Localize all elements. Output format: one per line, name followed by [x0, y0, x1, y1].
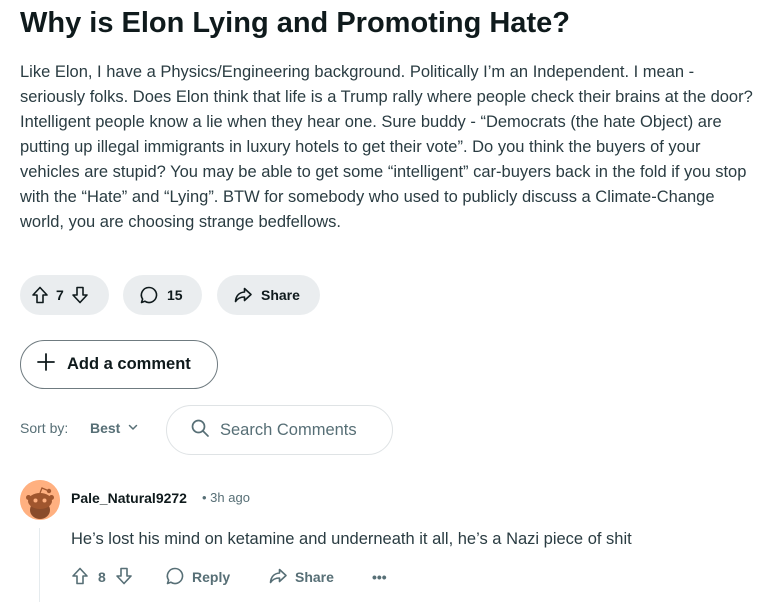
search-placeholder: Search Comments — [220, 420, 357, 439]
post-share-label: Share — [261, 287, 300, 303]
chevron-down-icon — [120, 420, 139, 436]
comment-timestamp: • 3h ago — [202, 490, 250, 505]
post-vote-count: 7 — [56, 287, 64, 303]
upvote-icon[interactable] — [30, 285, 50, 305]
reply-button[interactable]: Reply — [165, 565, 230, 589]
plus-icon — [35, 351, 57, 378]
share-icon — [233, 285, 253, 305]
sort-dropdown[interactable]: Best — [90, 420, 139, 436]
post-body: Like Elon, I have a Physics/Engineering … — [20, 63, 753, 231]
comment-share-button[interactable]: Share — [268, 565, 334, 589]
post-share-button[interactable]: Share — [217, 275, 320, 315]
more-options-label: ••• — [372, 569, 387, 585]
post-title: Why is Elon Lying and Promoting Hate? — [20, 7, 570, 39]
comment-text: He’s lost his mind on ketamine and under… — [71, 530, 632, 548]
sort-label: Sort by: — [20, 420, 69, 436]
search-icon — [190, 418, 210, 443]
add-comment-label: Add a comment — [67, 355, 191, 373]
upvote-icon[interactable] — [70, 566, 90, 589]
avatar[interactable] — [20, 480, 60, 520]
thread-line[interactable] — [39, 528, 40, 602]
add-comment-button[interactable]: Add a comment — [20, 340, 218, 389]
comment-vote-count: 8 — [98, 569, 106, 585]
downvote-icon[interactable] — [114, 566, 134, 589]
more-options-button[interactable]: ••• — [372, 565, 387, 589]
comment-icon — [139, 285, 159, 305]
sort-value: Best — [90, 420, 121, 436]
post-vote-pill: 7 — [20, 275, 109, 315]
comment-vote-group: 8 — [70, 565, 134, 589]
downvote-icon[interactable] — [70, 285, 90, 305]
avatar-snoo-icon — [20, 480, 60, 520]
post-comments-button[interactable]: 15 — [123, 275, 202, 315]
comment-share-label: Share — [295, 569, 334, 585]
comment-author[interactable]: Pale_Natural9272 — [71, 490, 187, 506]
post-comments-count: 15 — [167, 287, 183, 303]
comment-icon — [165, 566, 185, 589]
share-icon — [268, 566, 288, 589]
search-comments-input[interactable]: Search Comments — [166, 405, 393, 455]
reply-label: Reply — [192, 569, 231, 585]
